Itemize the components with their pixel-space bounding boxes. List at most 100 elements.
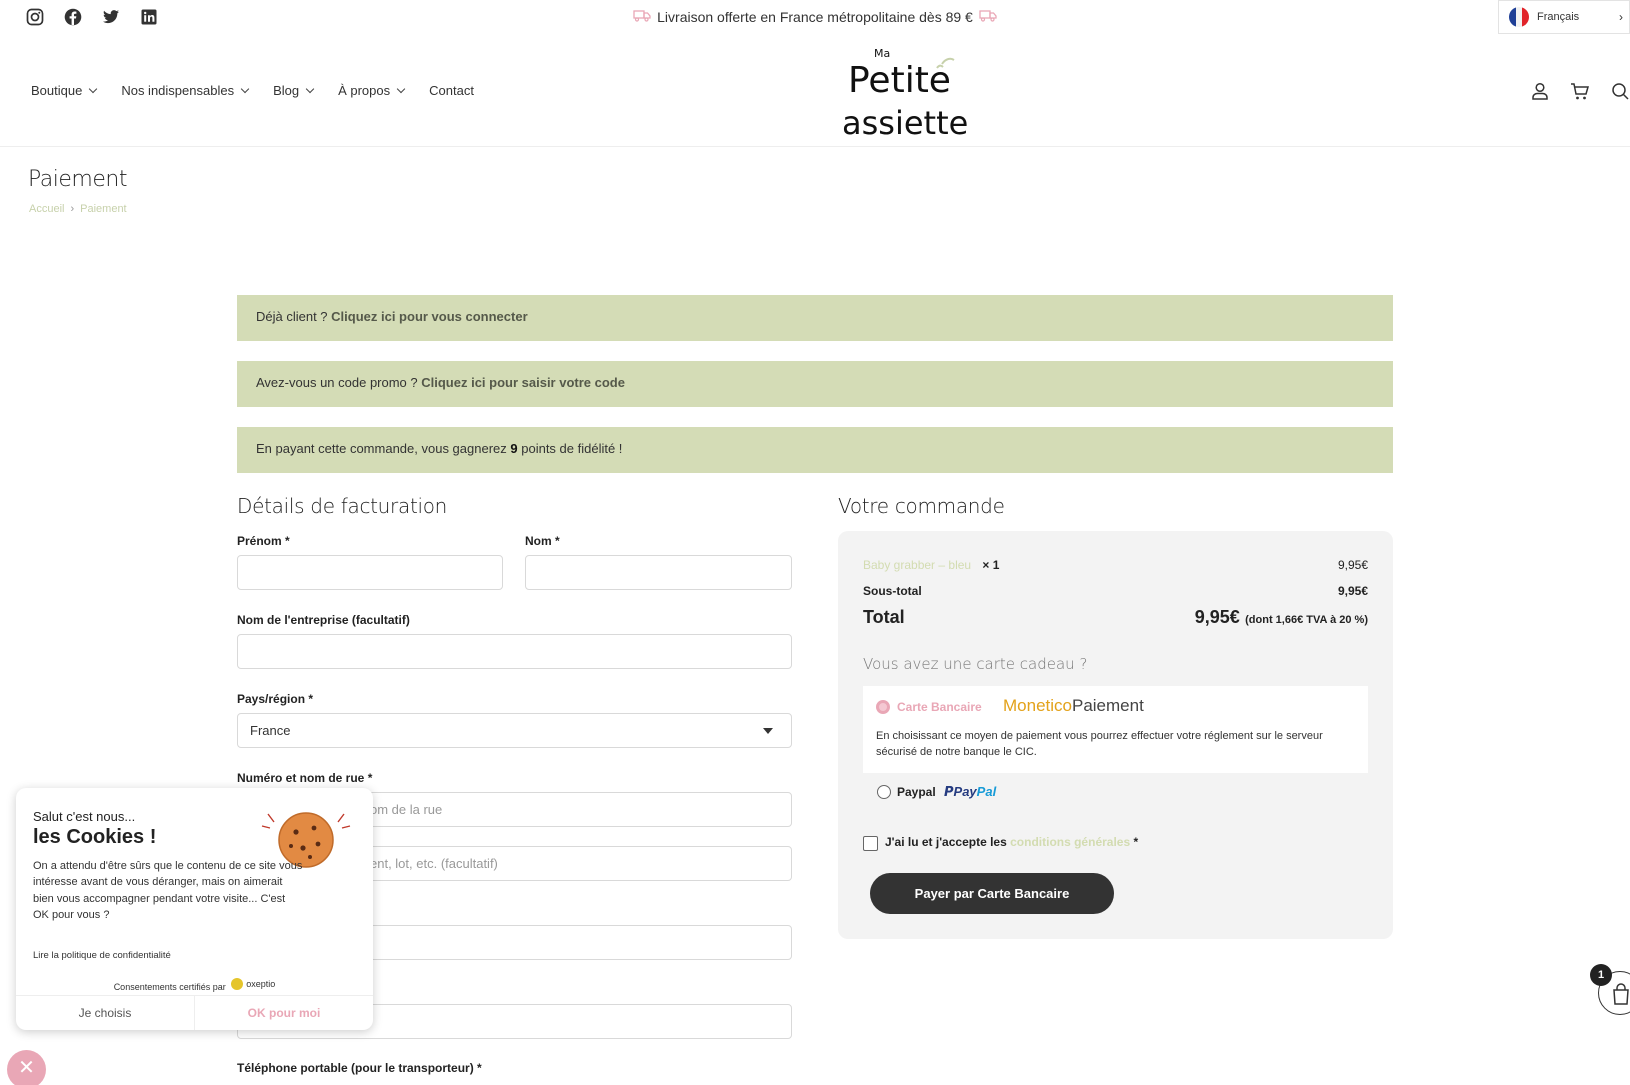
- last-name-label: Nom *: [525, 534, 560, 548]
- account-icon[interactable]: [1530, 81, 1550, 101]
- product-quantity: × 1: [982, 558, 1000, 572]
- cookie-body: On a attendu d'être sûrs que le contenu …: [33, 860, 303, 921]
- cookie-certification: Consentements certifiés par oxeptio: [16, 978, 373, 992]
- promo-notice-text: Avez-vous un code promo ?: [256, 375, 422, 390]
- logo-assiette: assiette: [842, 104, 968, 140]
- chevron-down-icon: [305, 84, 315, 93]
- total-label: Total: [863, 607, 905, 627]
- breadcrumb-current: Paiement: [80, 203, 127, 215]
- cookie-accept-button[interactable]: OK pour moi: [195, 996, 373, 1030]
- nav-label: Contact: [429, 83, 474, 98]
- paypal-radio[interactable]: [877, 785, 891, 799]
- cart-icon[interactable]: [1570, 81, 1590, 101]
- cookie-consent-popup: Salut c'est nous... les Cookies ! On a a…: [16, 788, 373, 1030]
- last-name-input[interactable]: [525, 555, 792, 590]
- truck-icon: [633, 9, 651, 25]
- chevron-down-icon: [396, 84, 406, 93]
- breadcrumb: Accueil › Paiement: [29, 203, 127, 215]
- page-title: Paiement: [28, 167, 127, 192]
- cookie-actions: Je choisis OK pour moi: [16, 995, 373, 1030]
- oxeptio-name: oxeptio: [246, 979, 276, 989]
- close-icon[interactable]: ✕: [7, 1050, 46, 1085]
- cookie-greeting: Salut c'est nous...: [33, 809, 136, 824]
- certified-text: Consentements certifiés par: [113, 982, 226, 992]
- card-payment-radio[interactable]: [876, 700, 890, 714]
- top-bar: Livraison offerte en France métropolitai…: [0, 0, 1630, 36]
- street-placeholder: om de la rue: [370, 802, 443, 817]
- product-link[interactable]: Baby grabber – bleu: [863, 558, 971, 572]
- oxeptio-logo[interactable]: oxeptio: [231, 978, 275, 990]
- nav-label: Blog: [273, 83, 300, 98]
- header-actions: [1530, 81, 1630, 101]
- terms-link[interactable]: conditions générales: [1010, 835, 1130, 849]
- order-title: Votre commande: [838, 494, 1005, 518]
- promo-code-link[interactable]: Cliquez ici pour saisir votre code: [421, 375, 625, 390]
- product-price: 9,95€: [1337, 558, 1368, 572]
- card-payment-description: En choisissant ce moyen de paiement vous…: [876, 730, 1323, 758]
- oxeptio-icon: [231, 978, 244, 990]
- logo-ma: Ma: [874, 47, 890, 60]
- nav-item-contact[interactable]: Contact: [429, 83, 474, 98]
- main-nav: Boutique Nos indispensables Blog À propo…: [31, 83, 499, 98]
- language-selector[interactable]: Français ›: [1498, 0, 1630, 34]
- subtotal-row: Sous-total 9,95€: [863, 584, 1368, 598]
- order-product-row: Baby grabber – bleu × 1 9,95€: [863, 558, 1368, 572]
- total-tax: (dont 1,66€ TVA à 20 %): [1245, 614, 1368, 626]
- paypal-logo-part: Pal: [976, 784, 997, 799]
- nav-label: À propos: [338, 83, 391, 98]
- privacy-policy-link[interactable]: Lire la politique de confidentialité: [33, 950, 171, 961]
- monetico-logo: MoneticoPaiement: [1003, 696, 1144, 716]
- subtotal-value: 9,95€: [1337, 584, 1368, 598]
- nav-item-blog[interactable]: Blog: [273, 83, 315, 98]
- pay-button[interactable]: Payer par Carte Bancaire: [870, 873, 1114, 914]
- search-icon[interactable]: [1610, 81, 1630, 101]
- login-notice-text: Déjà client ?: [256, 309, 332, 324]
- payment-method-card[interactable]: Carte Bancaire MoneticoPaiement En chois…: [863, 686, 1368, 773]
- subtotal-label: Sous-total: [863, 584, 922, 598]
- paypal-p-icon: 𝙋: [944, 784, 954, 799]
- company-input[interactable]: [237, 634, 792, 669]
- chevron-down-icon: [240, 84, 250, 93]
- login-link[interactable]: Cliquez ici pour vous connecter: [331, 309, 527, 324]
- nav-label: Nos indispensables: [121, 83, 235, 98]
- cookie-choose-button[interactable]: Je choisis: [16, 996, 195, 1030]
- language-label: Français: [1537, 11, 1580, 23]
- total-row: Total 9,95€ (dont 1,66€ TVA à 20 %): [863, 607, 1368, 628]
- first-name-input[interactable]: [237, 555, 503, 590]
- terms-required: *: [1130, 835, 1139, 849]
- header-divider: [0, 146, 1630, 147]
- country-label: Pays/région *: [237, 692, 314, 706]
- first-name-label: Prénom *: [237, 534, 290, 548]
- loyalty-notice: En payant cette commande, vous gagnerez …: [237, 427, 1393, 473]
- terms-label: J'ai lu et j'accepte les conditions géné…: [885, 835, 1138, 849]
- paypal-logo: 𝙋PayPal: [944, 784, 996, 800]
- nav-item-indispensables[interactable]: Nos indispensables: [121, 83, 250, 98]
- country-value: France: [250, 723, 291, 738]
- country-select[interactable]: France: [237, 713, 792, 748]
- paypal-logo-part: Pay: [953, 784, 977, 799]
- france-flag-icon: [1509, 7, 1529, 27]
- paypal-label[interactable]: Paypal: [897, 785, 936, 799]
- loyalty-points: 9: [510, 441, 518, 456]
- loyalty-text-before: En payant cette commande, vous gagnerez: [256, 441, 511, 456]
- shipping-promo: Livraison offerte en France métropolitai…: [0, 9, 1630, 25]
- monetico-logo-part: Paiement: [1071, 696, 1144, 715]
- nav-item-a-propos[interactable]: À propos: [338, 83, 406, 98]
- truck-icon: [979, 9, 997, 25]
- terms-checkbox[interactable]: [863, 836, 878, 851]
- nav-label: Boutique: [31, 83, 83, 98]
- breadcrumb-home[interactable]: Accueil: [29, 203, 64, 215]
- site-logo[interactable]: Ma Petite assiette: [838, 44, 968, 142]
- gift-card-question[interactable]: Vous avez une carte cadeau ?: [863, 655, 1087, 673]
- chevron-down-icon: [89, 84, 98, 93]
- billing-title: Détails de facturation: [237, 494, 448, 518]
- login-notice: Déjà client ? Cliquez ici pour vous conn…: [237, 295, 1393, 341]
- phone-label: Téléphone portable (pour le transporteur…: [237, 1061, 482, 1075]
- terms-text: J'ai lu et j'accepte les: [885, 835, 1011, 849]
- logo-petite: Petite: [848, 60, 951, 101]
- caret-down-icon: [763, 728, 773, 734]
- cart-count-badge: 1: [1590, 964, 1612, 986]
- nav-item-boutique[interactable]: Boutique: [31, 83, 98, 98]
- loyalty-text-after: points de fidélité !: [517, 441, 623, 456]
- cookie-headline: les Cookies !: [33, 826, 157, 848]
